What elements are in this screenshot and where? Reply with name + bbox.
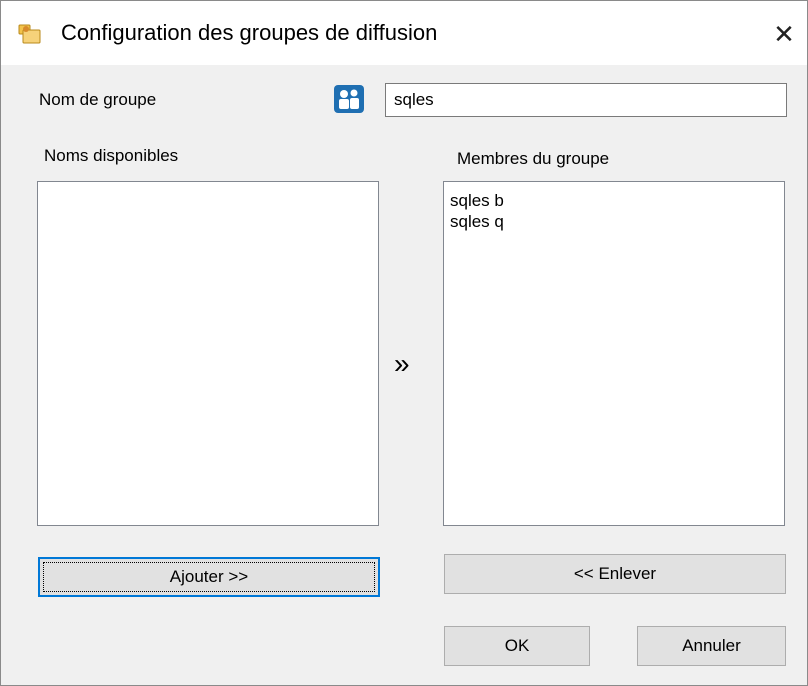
add-button[interactable]: Ajouter >> (38, 557, 380, 597)
available-names-listbox[interactable] (37, 181, 379, 526)
transfer-chevrons-icon: » (394, 348, 410, 379)
dialog-window: Configuration des groupes de diffusion ✕… (0, 0, 808, 686)
group-name-input[interactable] (385, 83, 787, 117)
available-names-label: Noms disponibles (44, 146, 179, 165)
group-members-label: Membres du groupe (457, 149, 610, 168)
ok-button-label: OK (504, 636, 530, 655)
people-group-icon[interactable] (334, 85, 364, 113)
group-name-label: Nom de groupe (39, 90, 157, 109)
cancel-button[interactable]: Annuler (637, 626, 786, 666)
list-item[interactable]: sqles b (444, 190, 784, 211)
group-members-listbox[interactable]: sqles b sqles q (443, 181, 785, 526)
ok-button[interactable]: OK (444, 626, 590, 666)
remove-button-label: << Enlever (573, 564, 657, 583)
remove-button[interactable]: << Enlever (444, 554, 786, 594)
close-button[interactable]: ✕ (761, 11, 807, 57)
group-folder-icon (18, 24, 41, 44)
focus-ring (43, 562, 375, 592)
title-bar: Configuration des groupes de diffusion ✕ (1, 1, 807, 65)
cancel-button-label: Annuler (682, 636, 741, 655)
close-icon: ✕ (773, 18, 795, 49)
window-title: Configuration des groupes de diffusion (61, 20, 438, 45)
list-item[interactable]: sqles q (444, 211, 784, 232)
